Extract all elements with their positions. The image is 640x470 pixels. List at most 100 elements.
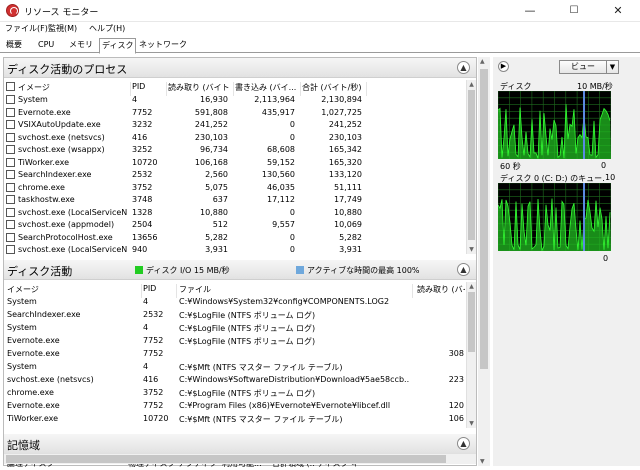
table-row[interactable]: TiWorker.exe 10720 106,168 59,152 165,320 <box>4 157 464 170</box>
tab-cpu[interactable]: CPU <box>36 38 56 52</box>
table-row[interactable]: System 4 16,930 2,113,964 2,130,894 <box>4 94 464 107</box>
row-checkbox[interactable] <box>6 220 15 229</box>
cell-pid: 1328 <box>132 207 153 217</box>
maximize-button[interactable]: ☐ <box>552 0 596 22</box>
col-read[interactable]: 読み取り (バイ <box>417 284 465 295</box>
table-row[interactable]: chrome.exe 3752 5,075 46,035 51,111 <box>4 182 464 195</box>
minimize-button[interactable]: — <box>508 0 552 22</box>
disk-io-legend: ディスク I/O 15 MB/秒 <box>146 266 230 275</box>
scroll-up-icon[interactable]: ▲ <box>480 58 485 65</box>
table-row[interactable]: Evernote.exe 7752 C:¥$LogFile (NTFS ボリューム … <box>4 335 464 348</box>
scroll-thumb[interactable] <box>468 292 475 352</box>
activity-scrollbar[interactable]: ▲ ▼ <box>466 282 476 428</box>
table-row[interactable]: svchost.exe (netsvcs) 416 230,103 0 230,103 <box>4 132 464 145</box>
scroll-up-icon[interactable]: ▲ <box>467 282 476 291</box>
table-row[interactable]: chrome.exe 3752 C:¥$LogFile (NTFS ボリューム ログ… <box>4 387 464 400</box>
scroll-thumb[interactable] <box>468 90 475 240</box>
cell-total: 51,111 <box>334 182 362 192</box>
table-row[interactable]: TiWorker.exe 10720 C:¥$Mft (NTFS マスター ファイル… <box>4 413 464 426</box>
disk0-graph-min: 0 <box>603 254 609 263</box>
scroll-down-icon[interactable]: ▼ <box>467 419 476 428</box>
table-row[interactable]: svchost.exe (LocalServiceN... 940 3,931 0 3,… <box>4 244 464 257</box>
processes-header[interactable]: ディスク活動のプロセス ▲ <box>4 58 476 78</box>
col-image[interactable]: イメージ <box>7 284 39 295</box>
table-row[interactable]: VSIXAutoUpdate.exe 3232 241,252 0 241,252 <box>4 119 464 132</box>
table-row[interactable]: svchost.exe (netsvcs) 416 C:¥Windows¥Softw… <box>4 374 464 387</box>
scroll-up-icon[interactable]: ▲ <box>467 80 476 89</box>
tab-disk[interactable]: ディスク <box>99 38 137 54</box>
scroll-thumb[interactable] <box>6 455 446 463</box>
row-checkbox[interactable] <box>6 245 15 254</box>
cell-total: 10,069 <box>334 220 362 229</box>
cell-file: C:¥$LogFile (NTFS ボリューム ログ) <box>179 389 316 398</box>
cell-image: chrome.exe <box>18 182 65 192</box>
scroll-down-icon[interactable]: ▼ <box>480 458 485 465</box>
collapse-icon[interactable]: ▲ <box>457 437 470 450</box>
expand-arrow-icon[interactable]: ▶ <box>498 61 509 72</box>
cell-image: Evernote.exe <box>7 401 60 410</box>
table-row[interactable]: svchost.exe (wsappx) 3252 96,734 68,608 165,… <box>4 144 464 157</box>
row-checkbox[interactable] <box>6 95 15 104</box>
col-file[interactable]: ファイル <box>179 284 211 295</box>
table-row[interactable]: SearchProtocolHost.exe 13656 5,282 0 5,282 <box>4 232 464 245</box>
horizontal-scrollbar[interactable] <box>4 453 476 464</box>
cell-read: 512 <box>212 220 228 229</box>
table-row[interactable]: svchost.exe (LocalServiceN... 1328 10,880 0… <box>4 207 464 220</box>
cell-file: C:¥Windows¥SoftwareDistribution¥Download… <box>179 375 409 384</box>
col-image[interactable]: イメージ <box>18 82 50 93</box>
col-pid[interactable]: PID <box>143 284 156 293</box>
cell-total: 10,880 <box>334 207 362 217</box>
table-row[interactable]: System 4 C:¥Windows¥System32¥config¥COMPON… <box>4 296 464 309</box>
col-read[interactable]: 読み取り (バイト... <box>168 82 230 93</box>
row-checkbox[interactable] <box>6 182 15 192</box>
view-dropdown-icon[interactable]: ▼ <box>607 60 619 74</box>
tab-memory[interactable]: メモリ <box>67 38 95 52</box>
table-row[interactable]: SearchIndexer.exe 2532 2,560 130,560 133,120 <box>4 169 464 182</box>
close-button[interactable]: ✕ <box>596 0 640 22</box>
table-row[interactable]: Evernote.exe 7752 308 <box>4 348 464 361</box>
row-checkbox[interactable] <box>6 107 15 117</box>
disk-graph <box>498 91 611 159</box>
table-row[interactable]: System 4 C:¥$Mft (NTFS マスター ファイル テーブル) <box>4 361 464 374</box>
table-row[interactable]: taskhostw.exe 3748 637 17,112 17,749 <box>4 194 464 207</box>
processes-scrollbar[interactable]: ▲ ▼ <box>466 80 476 254</box>
row-checkbox[interactable] <box>6 120 15 129</box>
table-row[interactable]: SearchIndexer.exe 2532 C:¥$LogFile (NTFS ボ… <box>4 309 464 322</box>
tab-overview[interactable]: 概要 <box>4 38 24 52</box>
main-scrollbar[interactable]: ▲ ▼ <box>478 57 490 466</box>
table-row[interactable]: System 4 C:¥$LogFile (NTFS ボリューム ログ) <box>4 322 464 335</box>
row-checkbox[interactable] <box>6 232 15 242</box>
collapse-icon[interactable]: ▲ <box>457 263 470 276</box>
cell-image: svchost.exe (appmodel) <box>18 220 115 229</box>
col-total[interactable]: 合計 (バイト/秒) <box>302 82 374 93</box>
view-button[interactable]: ビュー <box>559 60 607 74</box>
disk0-graph <box>498 183 611 251</box>
storage-header[interactable]: 記憶域 ▲ <box>4 434 476 454</box>
row-checkbox[interactable] <box>6 157 15 167</box>
cell-read: 2,560 <box>205 170 228 179</box>
cell-image: Evernote.exe <box>18 107 71 117</box>
row-checkbox[interactable] <box>6 207 15 217</box>
menu-file[interactable]: ファイル(F) <box>5 23 48 34</box>
tab-network[interactable]: ネットワーク <box>137 38 189 52</box>
row-checkbox[interactable] <box>6 170 15 179</box>
menu-help[interactable]: ヘルプ(H) <box>89 23 125 34</box>
collapse-icon[interactable]: ▲ <box>457 61 470 74</box>
row-checkbox[interactable] <box>6 145 15 154</box>
col-write[interactable]: 書き込み (バイ... <box>235 82 297 93</box>
disk-graph-min: 0 <box>601 161 607 170</box>
table-row[interactable]: svchost.exe (appmodel) 2504 512 9,557 10,069 <box>4 219 464 232</box>
cell-read: 3,931 <box>205 245 228 254</box>
col-pid[interactable]: PID <box>132 82 145 91</box>
scroll-thumb[interactable] <box>480 69 488 369</box>
table-row[interactable]: Evernote.exe 7752 591,808 435,917 1,027,725 <box>4 107 464 120</box>
row-checkbox[interactable] <box>6 132 15 142</box>
select-all-checkbox[interactable] <box>6 82 15 91</box>
scroll-down-icon[interactable]: ▼ <box>467 245 476 254</box>
activity-header[interactable]: ディスク活動 ディスク I/O 15 MB/秒 アクティブな時間の最高 100%… <box>4 260 476 280</box>
disk0-graph-max: 10 <box>605 173 616 182</box>
menu-monitor[interactable]: 監視(M) <box>48 23 77 34</box>
row-checkbox[interactable] <box>6 195 15 204</box>
table-row[interactable]: Evernote.exe 7752 C:¥Program Files (x86)¥E… <box>4 400 464 413</box>
window-title: リソース モニター <box>24 8 99 18</box>
